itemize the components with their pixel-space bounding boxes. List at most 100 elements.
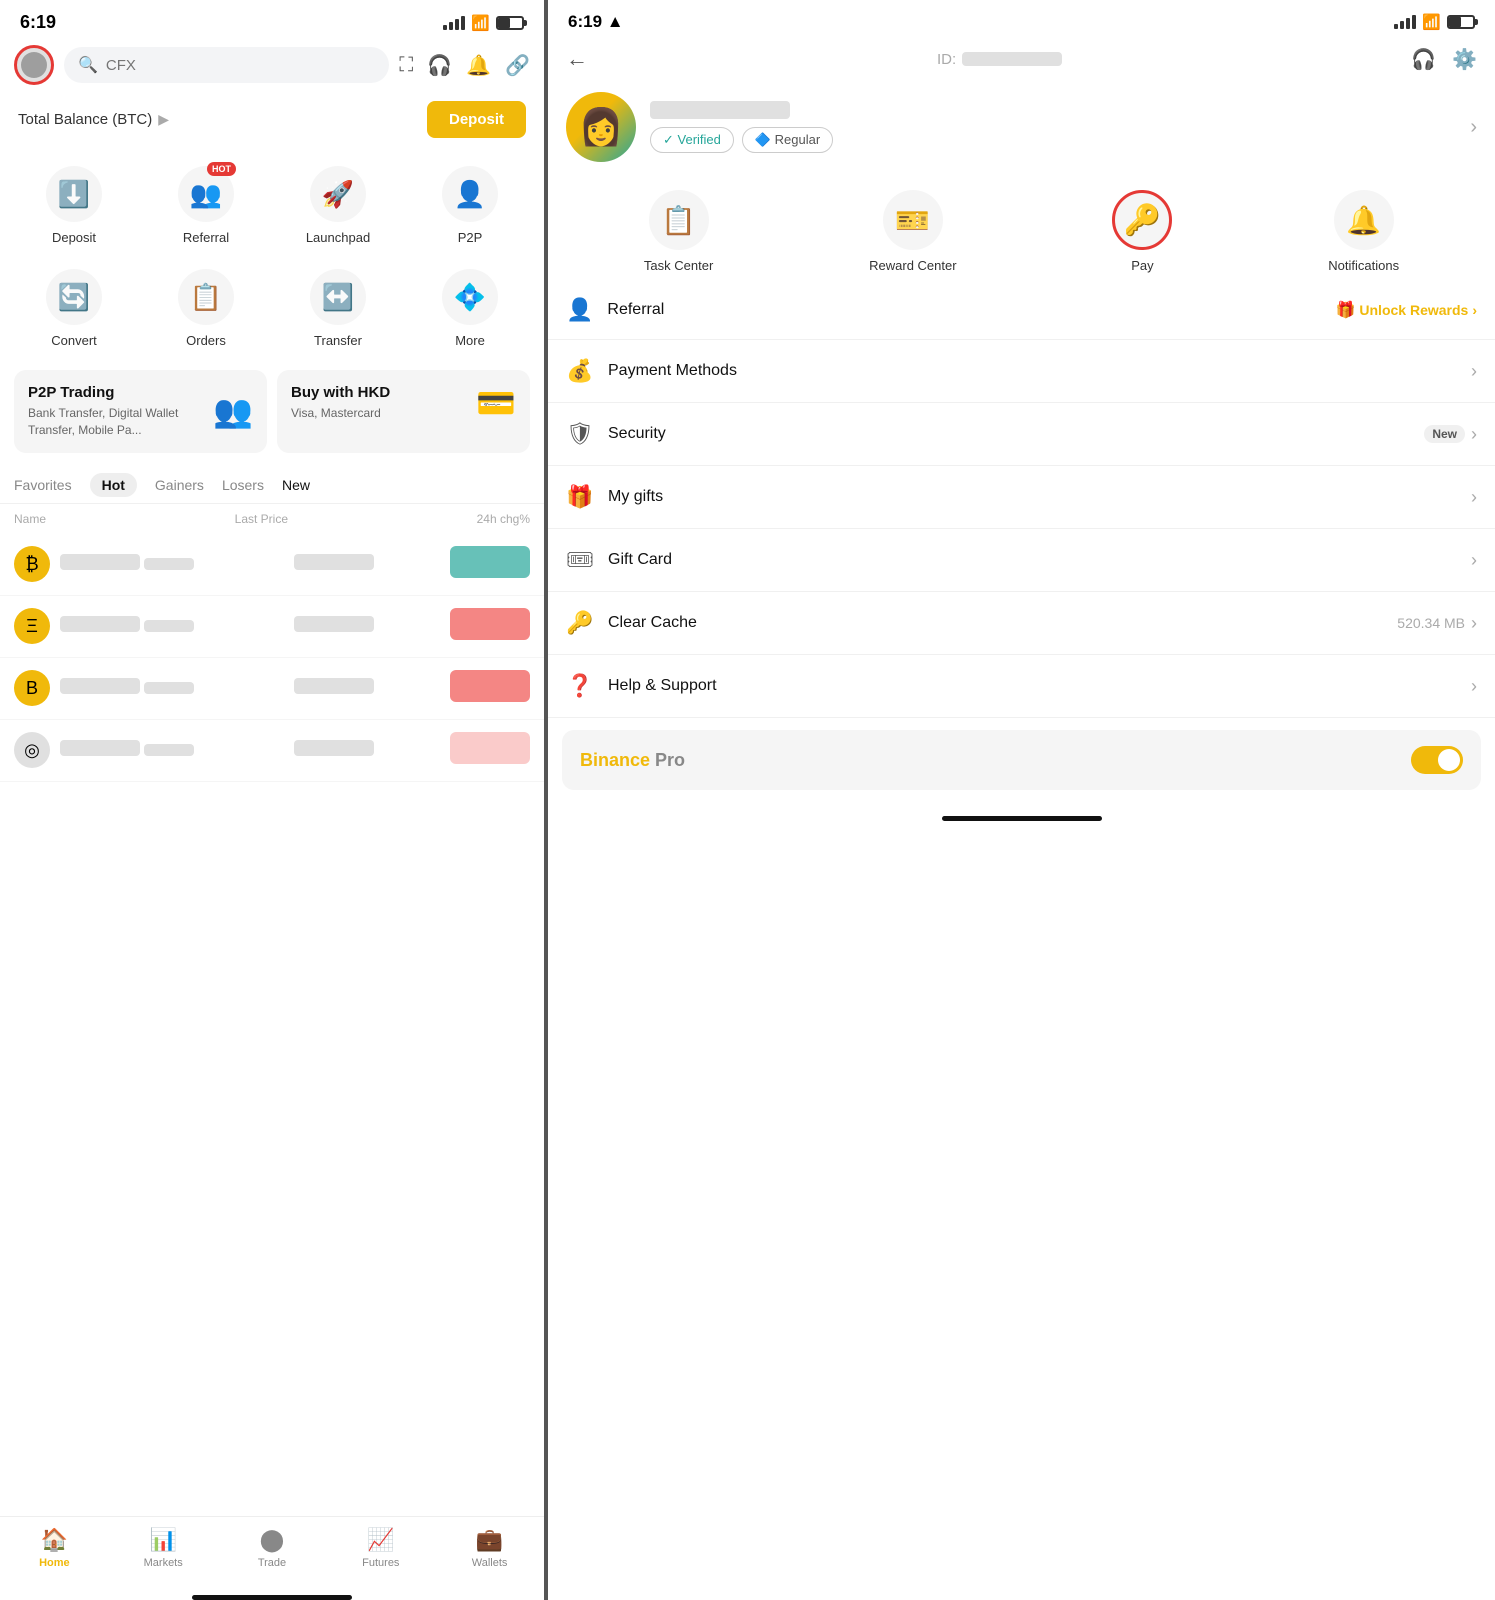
action-referral[interactable]: 👥 HOT Referral xyxy=(142,156,270,255)
unlock-rewards-label: Unlock Rewards xyxy=(1359,302,1468,318)
payment-methods-icon: 💰 xyxy=(566,358,594,384)
right-home-indicator xyxy=(942,816,1102,821)
feature-task-center[interactable]: 📋 Task Center xyxy=(644,190,713,273)
profile-section[interactable]: 👩 ✓ Verified 🔷 Regular › xyxy=(548,82,1495,176)
more-icon: 💠 xyxy=(454,282,486,313)
market-rows: ₿ Ξ xyxy=(0,534,544,782)
action-convert[interactable]: 🔄 Convert xyxy=(10,259,138,358)
payment-methods-chevron: › xyxy=(1471,361,1477,382)
headset-icon-right[interactable]: 🎧 xyxy=(1411,47,1436,72)
help-support-icon: ❓ xyxy=(566,673,594,699)
coin-name-3 xyxy=(60,678,140,694)
nav-trade[interactable]: ⬤ Trade xyxy=(218,1527,327,1569)
tab-hot[interactable]: Hot xyxy=(90,473,137,497)
tab-favorites[interactable]: Favorites xyxy=(14,473,72,497)
tab-losers[interactable]: Losers xyxy=(222,473,264,497)
orders-label: Orders xyxy=(186,333,226,348)
menu-gift-card[interactable]: 🎟 Gift Card › xyxy=(548,529,1495,592)
gift-card-label: Gift Card xyxy=(608,551,1471,569)
binance-pro-toggle[interactable] xyxy=(1411,746,1463,774)
menu-my-gifts[interactable]: 🎁 My gifts › xyxy=(548,466,1495,529)
pay-label: Pay xyxy=(1131,258,1153,273)
promo-p2p-icon: 👥 xyxy=(213,392,253,430)
menu-list: 💰 Payment Methods › 🛡 Security New › 🎁 M… xyxy=(548,340,1495,718)
coin-sub-1 xyxy=(144,558,194,570)
action-launchpad[interactable]: 🚀 Launchpad xyxy=(274,156,402,255)
launchpad-label: Launchpad xyxy=(306,230,370,245)
menu-clear-cache[interactable]: 🔑 Clear Cache 520.34 MB › xyxy=(548,592,1495,655)
coin-info-3: B xyxy=(14,670,227,706)
promo-buy-hkd[interactable]: Buy with HKD Visa, Mastercard 💳 xyxy=(277,370,530,453)
p2p-icon: 👤 xyxy=(454,179,486,210)
feature-pay[interactable]: 🔑 Pay xyxy=(1112,190,1172,273)
trade-icon: ⬤ xyxy=(260,1527,285,1553)
reward-center-icon: 🎫 xyxy=(895,204,930,237)
market-table-header: Name Last Price 24h chg% xyxy=(0,504,544,534)
headset-icon[interactable]: 🎧 xyxy=(427,53,452,78)
home-indicator xyxy=(192,1595,352,1600)
coin-name-2 xyxy=(60,616,140,632)
referral-row[interactable]: 👤 Referral 🎁 Unlock Rewards › xyxy=(548,281,1495,340)
expand-icon[interactable]: ⛶ xyxy=(399,54,413,77)
security-chevron: › xyxy=(1471,424,1477,445)
feature-row: 📋 Task Center 🎫 Reward Center 🔑 Pay 🔔 No… xyxy=(548,176,1495,281)
col-name: Name xyxy=(14,512,46,526)
table-row[interactable]: ◎ xyxy=(0,720,544,782)
deposit-button[interactable]: Deposit xyxy=(427,101,526,138)
action-deposit[interactable]: ⬇️ Deposit xyxy=(10,156,138,255)
quick-actions-grid: ⬇️ Deposit 👥 HOT Referral 🚀 Launchpad 👤 … xyxy=(0,150,544,364)
menu-security[interactable]: 🛡 Security New › xyxy=(548,403,1495,466)
scan-icon[interactable]: 🔗 xyxy=(505,53,530,78)
price-3 xyxy=(294,678,374,694)
nav-futures[interactable]: 📈 Futures xyxy=(326,1527,435,1569)
action-p2p[interactable]: 👤 P2P xyxy=(406,156,534,255)
search-input[interactable] xyxy=(106,57,375,74)
nav-home[interactable]: 🏠 Home xyxy=(0,1527,109,1569)
search-icon: 🔍 xyxy=(78,55,98,75)
menu-payment-methods[interactable]: 💰 Payment Methods › xyxy=(548,340,1495,403)
back-button[interactable]: ← xyxy=(566,46,588,72)
balance-label: Total Balance (BTC) ▶ xyxy=(18,111,169,128)
feature-reward-center[interactable]: 🎫 Reward Center xyxy=(869,190,956,273)
coin-sub-2 xyxy=(144,620,194,632)
tab-new[interactable]: New xyxy=(282,473,310,497)
gift-card-chevron: › xyxy=(1471,550,1477,571)
action-more[interactable]: 💠 More xyxy=(406,259,534,358)
coin-name-4 xyxy=(60,740,140,756)
promo-p2p-trading[interactable]: P2P Trading Bank Transfer, Digital Walle… xyxy=(14,370,267,453)
coin-icon-2: Ξ xyxy=(14,608,50,644)
feature-notifications[interactable]: 🔔 Notifications xyxy=(1328,190,1399,273)
right-signal-icon xyxy=(1394,15,1416,29)
coin-info-2: Ξ xyxy=(14,608,227,644)
search-bar[interactable]: 🔍 xyxy=(64,47,389,83)
action-transfer[interactable]: ↔️ Transfer xyxy=(274,259,402,358)
binance-text: Binance xyxy=(580,750,650,770)
change-col-4 xyxy=(440,732,530,769)
nav-markets[interactable]: 📊 Markets xyxy=(109,1527,218,1569)
avatar-button[interactable] xyxy=(14,45,54,85)
settings-icon[interactable]: ⚙️ xyxy=(1452,47,1477,72)
action-orders[interactable]: 📋 Orders xyxy=(142,259,270,358)
notifications-icon-wrap: 🔔 xyxy=(1334,190,1394,250)
right-wifi-icon: 📶 xyxy=(1422,13,1441,31)
left-panel: 6:19 📶 🔍 ⛶ 🎧 🔔 🔗 xyxy=(0,0,548,1600)
p2p-label: P2P xyxy=(458,230,483,245)
bell-icon[interactable]: 🔔 xyxy=(466,53,491,78)
nav-wallets[interactable]: 💼 Wallets xyxy=(435,1527,544,1569)
profile-name-blur xyxy=(650,101,790,119)
table-row[interactable]: ₿ xyxy=(0,534,544,596)
referral-label: Referral xyxy=(183,230,229,245)
help-support-chevron: › xyxy=(1471,676,1477,697)
tab-gainers[interactable]: Gainers xyxy=(155,473,204,497)
my-gifts-chevron: › xyxy=(1471,487,1477,508)
table-row[interactable]: Ξ xyxy=(0,596,544,658)
col-last-price: Last Price xyxy=(235,512,288,526)
table-row[interactable]: B xyxy=(0,658,544,720)
promo-hkd-icon: 💳 xyxy=(476,384,516,422)
referral-icon: 👥 xyxy=(190,179,222,210)
pay-icon-wrap: 🔑 xyxy=(1112,190,1172,250)
menu-help-support[interactable]: ❓ Help & Support › xyxy=(548,655,1495,718)
header-icons: ⛶ 🎧 🔔 🔗 xyxy=(399,53,530,78)
profile-avatar: 👩 xyxy=(566,92,636,162)
right-time: 6:19 ▲ xyxy=(568,12,624,32)
